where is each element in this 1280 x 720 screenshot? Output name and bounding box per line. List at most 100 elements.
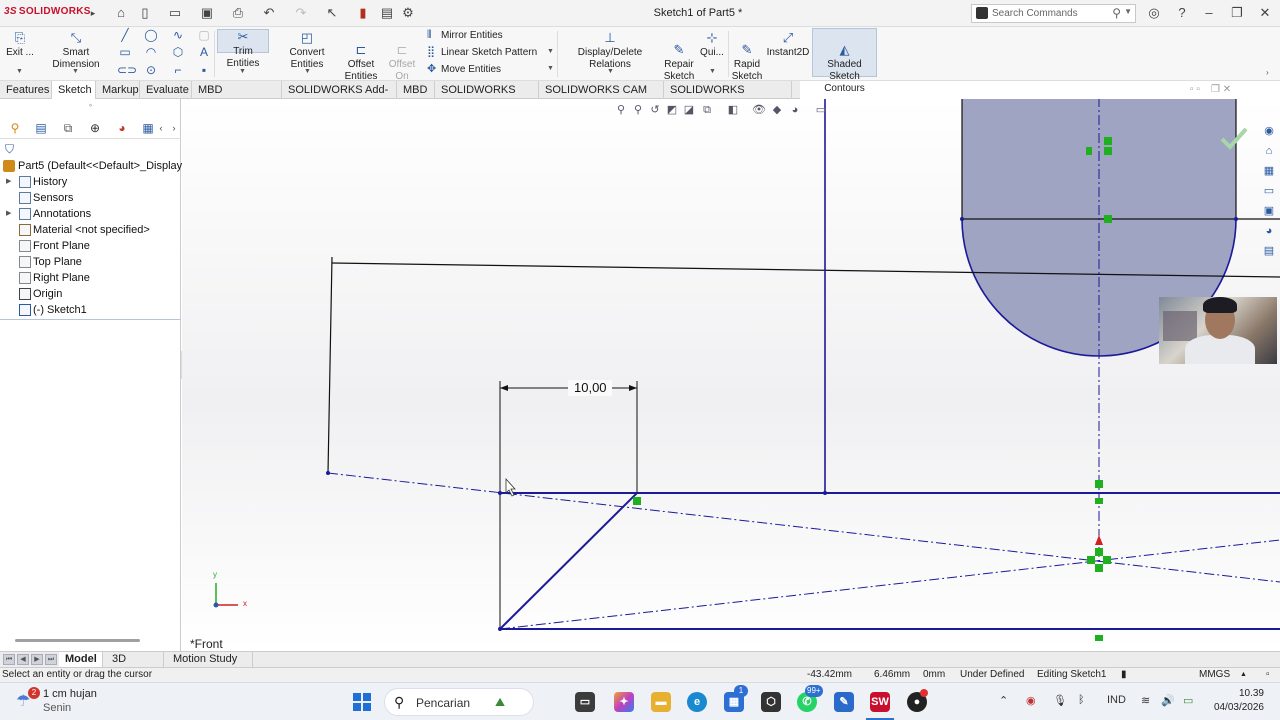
solidworks-taskbar-icon[interactable]: SW bbox=[870, 692, 890, 712]
edge-browser-icon[interactable]: e bbox=[687, 692, 707, 712]
feature-manager-tab-icon[interactable]: ⚲ bbox=[7, 120, 23, 136]
exit-sketch-button[interactable]: ⎘ Exit ... bbox=[4, 29, 36, 59]
language-indicator[interactable]: IND bbox=[1107, 694, 1126, 706]
viewport-window-controls[interactable]: ▫ ▫ ❐ ✕ bbox=[1190, 84, 1231, 95]
copilot-icon[interactable]: ✦ bbox=[614, 692, 634, 712]
rectangle-icon[interactable]: ▭ bbox=[117, 44, 133, 60]
prev-tab-icon[interactable]: ◀ bbox=[17, 654, 29, 665]
display-manager-tab-icon[interactable]: ◕ bbox=[114, 120, 130, 136]
construction-line-1[interactable] bbox=[327, 472, 1280, 583]
fillet-icon[interactable]: ⌐ bbox=[170, 62, 186, 78]
tab-sketch[interactable]: Sketch bbox=[52, 81, 96, 99]
chevron-down-icon[interactable]: ▼ bbox=[1124, 7, 1132, 16]
chevron-down-icon[interactable]: ▼ bbox=[16, 68, 23, 75]
tab-features[interactable]: Features bbox=[0, 81, 52, 99]
tab-solidworks-inspection[interactable]: SOLIDWORKS Inspection bbox=[664, 81, 792, 114]
relation-marker[interactable] bbox=[1104, 147, 1112, 155]
arc-icon[interactable]: ◠ bbox=[143, 44, 159, 60]
configuration-manager-tab-icon[interactable]: ⧉ bbox=[60, 120, 76, 136]
taskbar-search[interactable]: ⚲ Pencarian ⛰ bbox=[384, 688, 534, 716]
custom-properties-icon[interactable]: ▤ bbox=[1262, 244, 1276, 258]
file-explorer-icon[interactable]: ▬ bbox=[651, 692, 671, 712]
apply-scene-icon[interactable]: ◕ bbox=[788, 103, 802, 117]
relation-marker[interactable] bbox=[1095, 548, 1103, 556]
slot-icon[interactable]: ⊂⊃ bbox=[117, 62, 137, 78]
minimize-icon[interactable]: – bbox=[1201, 5, 1217, 21]
zoom-to-fit-icon[interactable]: ⚲ bbox=[614, 103, 628, 117]
chevron-down-icon[interactable]: ▼ bbox=[607, 68, 614, 75]
status-bar-help-icon[interactable]: ▫ bbox=[1266, 668, 1270, 682]
help-icon[interactable]: ? bbox=[1174, 5, 1190, 21]
relation-marker[interactable] bbox=[1086, 147, 1092, 155]
sketch-point[interactable] bbox=[498, 627, 502, 631]
file-explorer-icon[interactable]: ▭ bbox=[1262, 184, 1276, 198]
tab-mbd[interactable]: MBD bbox=[397, 81, 435, 99]
tray-app-icon[interactable]: ◉ bbox=[1026, 694, 1036, 707]
relation-marker[interactable] bbox=[1095, 635, 1103, 641]
unit-chevron-up-icon[interactable]: ▲ bbox=[1240, 668, 1247, 682]
sketch-point[interactable] bbox=[326, 471, 330, 475]
move-entities-button[interactable]: ✥ Move Entities bbox=[427, 61, 501, 78]
shaded-sketch-contours-button[interactable]: ◭ Shaded Sketch Contours bbox=[812, 28, 877, 94]
sketch-point[interactable] bbox=[960, 217, 964, 221]
mirror-entities-button[interactable]: ⫴ Mirror Entities bbox=[427, 27, 503, 44]
chevron-down-icon[interactable]: ▼ bbox=[709, 68, 716, 75]
tab-markup[interactable]: Markup bbox=[96, 81, 140, 99]
close-icon[interactable]: ✕ bbox=[1257, 5, 1273, 21]
polygon-icon[interactable]: ⬡ bbox=[170, 44, 186, 60]
diagonal-line[interactable] bbox=[499, 492, 638, 630]
tab-solidworks-cam-tbm[interactable]: SOLIDWORKS CAM TBM bbox=[539, 81, 664, 114]
repair-sketch-button[interactable]: ✎ Repair Sketch bbox=[663, 29, 695, 83]
expand-toolbar-icon[interactable]: › bbox=[1266, 68, 1269, 77]
unit-system[interactable]: MMGS bbox=[1199, 668, 1230, 682]
filter-icon[interactable]: ⛉ bbox=[5, 142, 14, 157]
view-settings-icon[interactable]: ▭ bbox=[814, 103, 828, 117]
search-commands-input[interactable]: Search Commands ⚲ ▼ bbox=[971, 4, 1136, 23]
dynamic-annotation-icon[interactable]: ◪ bbox=[682, 103, 696, 117]
hide-show-items-icon[interactable]: 👁 bbox=[752, 103, 766, 117]
wifi-icon[interactable]: ≋ bbox=[1141, 694, 1150, 707]
zoom-to-area-icon[interactable]: ⚲ bbox=[631, 103, 645, 117]
dimxpert-tab-icon[interactable]: ⊕ bbox=[87, 120, 103, 136]
tab-solidworks-cam[interactable]: SOLIDWORKS CAM bbox=[435, 81, 539, 114]
graphics-area[interactable]: y x 10,00 *Front ⚲ ⚲ ↺ ◩ ◪ ⧉ ◧ 👁 ◆ ◕ ▭ bbox=[182, 99, 1280, 651]
next-tab-icon[interactable]: ▶ bbox=[31, 654, 43, 665]
text-icon[interactable]: A bbox=[196, 44, 212, 60]
rebuild-status-icon[interactable]: ▮ bbox=[1121, 668, 1127, 682]
previous-view-icon[interactable]: ↺ bbox=[648, 103, 662, 117]
convert-entities-button[interactable]: ◰ Convert Entities bbox=[273, 29, 341, 71]
tray-overflow-chevron-icon[interactable]: ⌃ bbox=[999, 694, 1008, 707]
chevron-down-icon[interactable]: ▼ bbox=[547, 48, 554, 55]
task-view-icon[interactable]: ▭ bbox=[575, 692, 595, 712]
chevron-down-icon[interactable]: ▼ bbox=[304, 68, 311, 75]
chevron-down-icon[interactable]: ▼ bbox=[239, 68, 246, 75]
display-delete-relations-button[interactable]: ⊥ Display/Delete Relations bbox=[560, 29, 660, 71]
view-orientation-icon[interactable]: ⧉ bbox=[700, 103, 714, 117]
pen-app-icon[interactable]: ✎ bbox=[834, 692, 854, 712]
point-icon[interactable]: ▪ bbox=[196, 62, 212, 78]
3d-app-icon[interactable]: ⬡ bbox=[761, 692, 781, 712]
chevron-down-icon[interactable]: ▼ bbox=[547, 65, 554, 72]
relation-marker[interactable] bbox=[1104, 215, 1112, 223]
user-account-icon[interactable]: ◎ bbox=[1146, 5, 1162, 21]
tab-evaluate[interactable]: Evaluate bbox=[140, 81, 192, 99]
relation-marker[interactable] bbox=[1103, 556, 1111, 564]
section-view-icon[interactable]: ◩ bbox=[665, 103, 679, 117]
relation-marker[interactable] bbox=[1087, 556, 1095, 564]
horizontal-scrollbar[interactable] bbox=[15, 639, 140, 642]
ellipse-icon[interactable]: ⊙ bbox=[143, 62, 159, 78]
model-tab-motion-study-1[interactable]: Motion Study 1 bbox=[167, 652, 253, 680]
tree-rollback-bar[interactable] bbox=[0, 319, 181, 320]
appearances-icon[interactable]: ◕ bbox=[1262, 224, 1276, 238]
chevron-down-icon[interactable]: ▼ bbox=[72, 68, 79, 75]
first-tab-icon[interactable]: ⏮ bbox=[3, 654, 15, 665]
tab-solidworks-add-ins[interactable]: SOLIDWORKS Add-Ins bbox=[282, 81, 397, 114]
microphone-icon[interactable]: 🎙 bbox=[1053, 694, 1067, 707]
start-button[interactable] bbox=[353, 693, 371, 711]
sketch-point[interactable] bbox=[823, 491, 827, 495]
construction-line-2[interactable] bbox=[499, 539, 1280, 630]
tab-scroll-right-icon[interactable]: › bbox=[166, 120, 182, 136]
circle-icon[interactable]: ◯ bbox=[143, 27, 159, 43]
sketch-point[interactable] bbox=[1234, 217, 1238, 221]
relation-marker[interactable] bbox=[1095, 564, 1103, 572]
